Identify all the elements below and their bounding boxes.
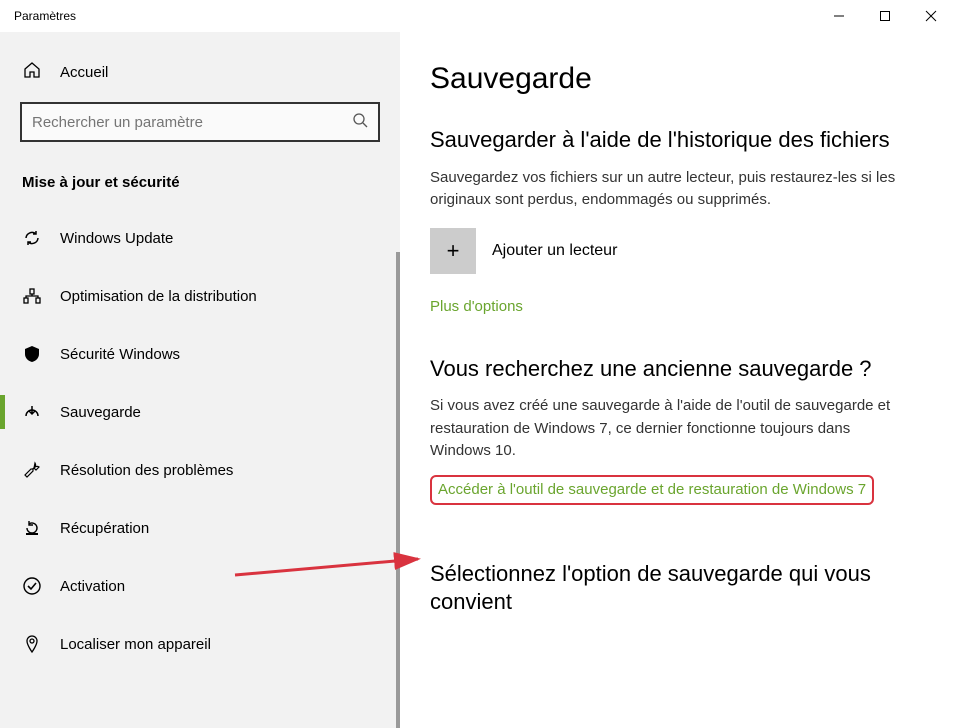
sidebar-item-label: Sauvegarde xyxy=(60,404,141,421)
network-icon xyxy=(22,286,42,306)
sidebar-item-security[interactable]: Sécurité Windows xyxy=(0,325,400,383)
sidebar-item-label: Sécurité Windows xyxy=(60,346,180,363)
sidebar-item-activation[interactable]: Activation xyxy=(0,557,400,615)
sidebar-item-label: Optimisation de la distribution xyxy=(60,288,257,305)
annotation-highlight-box: Accéder à l'outil de sauvegarde et de re… xyxy=(430,475,874,505)
home-icon xyxy=(22,60,60,84)
location-icon xyxy=(22,634,42,654)
window-title: Paramètres xyxy=(14,9,76,23)
more-options-link[interactable]: Plus d'options xyxy=(430,298,944,315)
sidebar-item-delivery-optimization[interactable]: Optimisation de la distribution xyxy=(0,267,400,325)
plus-icon: + xyxy=(430,228,476,274)
sidebar-section-label: Mise à jour et sécurité xyxy=(0,162,400,209)
check-circle-icon xyxy=(22,576,42,596)
file-history-heading: Sauvegarder à l'aide de l'historique des… xyxy=(430,126,944,155)
windows7-backup-link[interactable]: Accéder à l'outil de sauvegarde et de re… xyxy=(438,481,866,498)
sidebar-item-label: Récupération xyxy=(60,520,149,537)
sidebar-item-windows-update[interactable]: Windows Update xyxy=(0,209,400,267)
sidebar-item-label: Localiser mon appareil xyxy=(60,636,211,653)
close-button[interactable] xyxy=(908,0,954,32)
sync-icon xyxy=(22,228,42,248)
old-backup-heading: Vous recherchez une ancienne sauvegarde … xyxy=(430,355,944,384)
content: Sauvegarde Sauvegarder à l'aide de l'his… xyxy=(400,32,954,728)
select-option-heading: Sélectionnez l'option de sauvegarde qui … xyxy=(430,560,920,617)
add-drive-label: Ajouter un lecteur xyxy=(492,242,617,260)
sidebar: Accueil Mise à jour et sécurité Windows … xyxy=(0,32,400,728)
recovery-icon xyxy=(22,518,42,538)
add-drive-button[interactable]: + Ajouter un lecteur xyxy=(430,228,944,274)
search-field[interactable] xyxy=(32,114,352,131)
maximize-button[interactable] xyxy=(862,0,908,32)
search-icon xyxy=(352,112,368,133)
sidebar-item-label: Windows Update xyxy=(60,230,173,247)
sidebar-item-label: Activation xyxy=(60,578,125,595)
old-backup-desc: Si vous avez créé une sauvegarde à l'aid… xyxy=(430,395,910,463)
minimize-button[interactable] xyxy=(816,0,862,32)
sidebar-home-label: Accueil xyxy=(60,64,108,81)
search-input[interactable] xyxy=(20,102,380,142)
sidebar-item-label: Résolution des problèmes xyxy=(60,462,233,479)
sidebar-item-backup[interactable]: Sauvegarde xyxy=(0,383,400,441)
backup-icon xyxy=(22,402,42,422)
sidebar-item-recovery[interactable]: Récupération xyxy=(0,499,400,557)
sidebar-home[interactable]: Accueil xyxy=(0,50,400,102)
sidebar-item-find-device[interactable]: Localiser mon appareil xyxy=(0,615,400,673)
content-scrollbar[interactable] xyxy=(946,32,954,728)
sidebar-item-troubleshoot[interactable]: Résolution des problèmes xyxy=(0,441,400,499)
shield-icon xyxy=(22,344,42,364)
file-history-desc: Sauvegardez vos fichiers sur un autre le… xyxy=(430,167,910,212)
page-title: Sauvegarde xyxy=(430,62,944,96)
wrench-icon xyxy=(22,460,42,480)
titlebar: Paramètres xyxy=(0,0,954,32)
